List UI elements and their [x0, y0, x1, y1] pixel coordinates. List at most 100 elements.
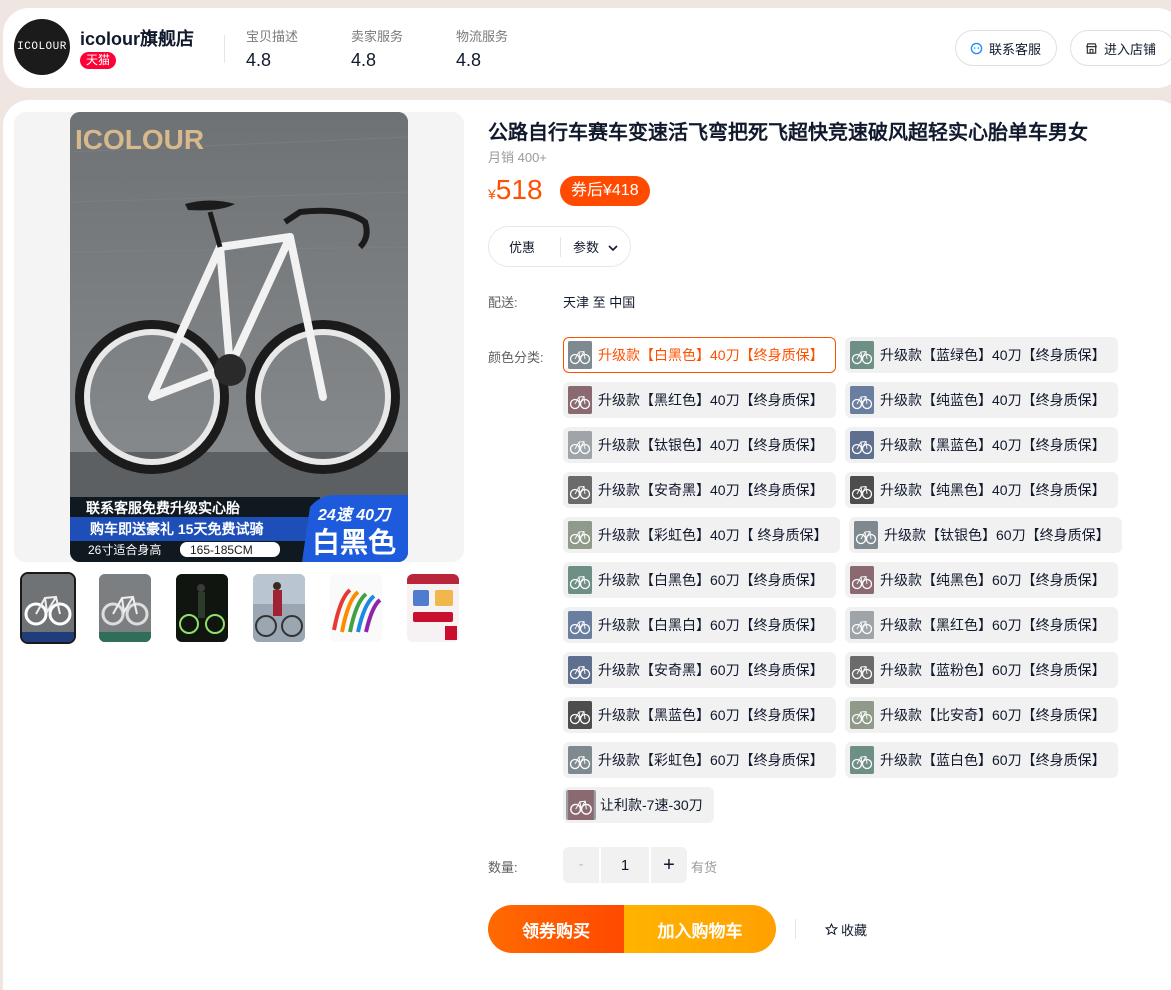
tab-params-label: 参数: [573, 240, 600, 255]
favorite-button[interactable]: 收藏: [825, 920, 867, 939]
bicycle-thumbnail: [99, 574, 151, 642]
tmall-badge: 天猫: [80, 52, 117, 69]
sku-option-label: 升级款【纯黑色】40刀【终身质保】: [880, 482, 1106, 498]
thumbnail-6[interactable]: [407, 574, 459, 642]
rating-value: 4.8: [246, 50, 272, 70]
sku-option[interactable]: 升级款【安奇黑】60刀【终身质保】: [563, 652, 836, 688]
rating-description: 宝贝描述 4.8: [246, 26, 298, 71]
contact-service-button[interactable]: 联系客服: [955, 30, 1057, 66]
sku-option-label: 升级款【彩虹色】40刀【 终身质保】: [598, 527, 828, 543]
sku-option-label: 升级款【比安奇】60刀【终身质保】: [880, 707, 1106, 723]
tab-offer[interactable]: 优惠: [489, 237, 551, 256]
sku-thumbnail: [568, 341, 592, 369]
sku-option[interactable]: 升级款【彩虹色】60刀【终身质保】: [563, 742, 836, 778]
sku-option[interactable]: 升级款【纯蓝色】40刀【终身质保】: [845, 382, 1118, 418]
sku-thumbnail: [568, 431, 592, 459]
purchase-buttons: 领券购买 加入购物车: [488, 905, 776, 953]
sku-thumbnail: [850, 386, 874, 414]
banner-line2: 购车即送豪礼 15天免费试骑: [90, 521, 263, 537]
sku-option[interactable]: 升级款【彩虹色】40刀【 终身质保】: [563, 517, 840, 553]
thumbnail-5[interactable]: [330, 574, 382, 642]
sku-thumbnail: [568, 386, 592, 414]
brand-watermark: ICOLOUR: [75, 124, 204, 155]
sku-option[interactable]: 升级款【黑蓝色】40刀【终身质保】: [845, 427, 1118, 463]
rating-value: 4.8: [351, 50, 377, 70]
contact-service-label: 联系客服: [989, 41, 1042, 57]
delivery-label: 配送:: [488, 295, 518, 310]
accessories-thumbnail: [407, 574, 459, 642]
sku-option-label: 升级款【安奇黑】60刀【终身质保】: [598, 662, 824, 678]
quantity-increase-button[interactable]: +: [651, 847, 687, 883]
sku-option[interactable]: 升级款【蓝白色】60刀【终身质保】: [845, 742, 1118, 778]
price: ¥518: [488, 174, 543, 206]
enter-shop-button[interactable]: 进入店铺: [1070, 30, 1171, 66]
height-range: 165-185CM: [190, 543, 253, 557]
thumbnail-1[interactable]: [20, 572, 76, 644]
thumbnail-3[interactable]: [176, 574, 228, 642]
sku-thumbnail: [850, 611, 874, 639]
sku-thumbnail: [854, 521, 878, 549]
sku-option[interactable]: 升级款【蓝绿色】40刀【终身质保】: [845, 337, 1118, 373]
main-product-image[interactable]: ICOLOUR 联系客服免费升级实心胎 购车即送豪礼 15天免费试骑 26寸适合…: [70, 112, 408, 562]
spec-speed: 24速 40刀: [317, 506, 392, 524]
quantity-stepper: - 1 +: [563, 847, 687, 883]
sku-option-label: 升级款【黑红色】60刀【终身质保】: [880, 617, 1106, 633]
add-to-cart-button[interactable]: 加入购物车: [624, 905, 776, 953]
sku-option[interactable]: 升级款【纯黑色】60刀【终身质保】: [845, 562, 1118, 598]
sku-option-label: 升级款【白黑色】40刀【终身质保】: [598, 347, 824, 363]
sku-option-label: 让利款-7速-30刀: [600, 797, 703, 813]
shop-logo-text: ICOLOUR: [17, 41, 67, 53]
sku-thumbnail: [568, 476, 592, 504]
sku-thumbnail: [568, 746, 592, 774]
sku-option[interactable]: 升级款【蓝粉色】60刀【终身质保】: [845, 652, 1118, 688]
sku-option-label: 升级款【蓝白色】60刀【终身质保】: [880, 752, 1106, 768]
bicycle-thumbnail: [22, 574, 74, 642]
quantity-decrease-button[interactable]: -: [563, 847, 599, 883]
delivery-route[interactable]: 天津 至 中国: [563, 292, 635, 311]
sku-option[interactable]: 让利款-7速-30刀: [563, 787, 714, 823]
sku-option[interactable]: 升级款【白黑色】40刀【终身质保】: [563, 337, 836, 373]
thumbnail-4[interactable]: [253, 574, 305, 642]
sku-option[interactable]: 升级款【黑蓝色】60刀【终身质保】: [563, 697, 836, 733]
sku-thumbnail: [568, 611, 592, 639]
coupon-price-badge[interactable]: 券后¥418: [560, 176, 650, 206]
sku-thumbnail: [850, 476, 874, 504]
star-icon: [825, 923, 838, 936]
sku-thumbnail: [850, 701, 874, 729]
sku-option[interactable]: 升级款【白黑色】60刀【终身质保】: [563, 562, 836, 598]
monthly-sales: 月销 400+: [488, 150, 547, 165]
sku-option[interactable]: 升级款【钛银色】60刀【终身质保】: [849, 517, 1122, 553]
sku-option[interactable]: 升级款【纯黑色】40刀【终身质保】: [845, 472, 1118, 508]
sku-thumbnail: [568, 566, 592, 594]
spec-color: 白黑色: [312, 526, 396, 558]
bicycle-photo: ICOLOUR 联系客服免费升级实心胎 购车即送豪礼 15天免费试骑 26寸适合…: [70, 112, 408, 562]
enter-shop-label: 进入店铺: [1104, 41, 1157, 57]
sku-option-label: 升级款【黑蓝色】40刀【终身质保】: [880, 437, 1106, 453]
shop-name[interactable]: icolour旗舰店: [80, 25, 194, 51]
buy-now-button[interactable]: 领券购买: [488, 905, 624, 953]
sku-option[interactable]: 升级款【白黑白】60刀【终身质保】: [563, 607, 836, 643]
favorite-label: 收藏: [841, 923, 868, 938]
sku-option-label: 升级款【黑蓝色】60刀【终身质保】: [598, 707, 824, 723]
rating-label: 宝贝描述: [246, 29, 299, 44]
sku-thumbnail: [566, 790, 596, 820]
sku-option-label: 升级款【钛银色】40刀【终身质保】: [598, 437, 824, 453]
store-icon: [1086, 42, 1097, 54]
quantity-label: 数量:: [488, 860, 518, 875]
quantity-input[interactable]: 1: [601, 847, 649, 883]
sku-option-label: 升级款【蓝粉色】60刀【终身质保】: [880, 662, 1106, 678]
sku-option[interactable]: 升级款【安奇黑】40刀【终身质保】: [563, 472, 836, 508]
shop-logo[interactable]: ICOLOUR: [14, 19, 70, 75]
sku-thumbnail: [568, 656, 592, 684]
sku-thumbnail: [850, 566, 874, 594]
divider: [795, 919, 796, 939]
tab-params[interactable]: 参数: [573, 237, 618, 256]
rating-logistics: 物流服务 4.8: [456, 26, 508, 71]
sku-option[interactable]: 升级款【黑红色】60刀【终身质保】: [845, 607, 1118, 643]
thumbnail-2[interactable]: [99, 574, 151, 642]
stock-status: 有货: [691, 860, 718, 875]
sku-option[interactable]: 升级款【黑红色】40刀【终身质保】: [563, 382, 836, 418]
sku-option-label: 升级款【彩虹色】60刀【终身质保】: [598, 752, 824, 768]
sku-option[interactable]: 升级款【钛银色】40刀【终身质保】: [563, 427, 836, 463]
sku-option[interactable]: 升级款【比安奇】60刀【终身质保】: [845, 697, 1118, 733]
